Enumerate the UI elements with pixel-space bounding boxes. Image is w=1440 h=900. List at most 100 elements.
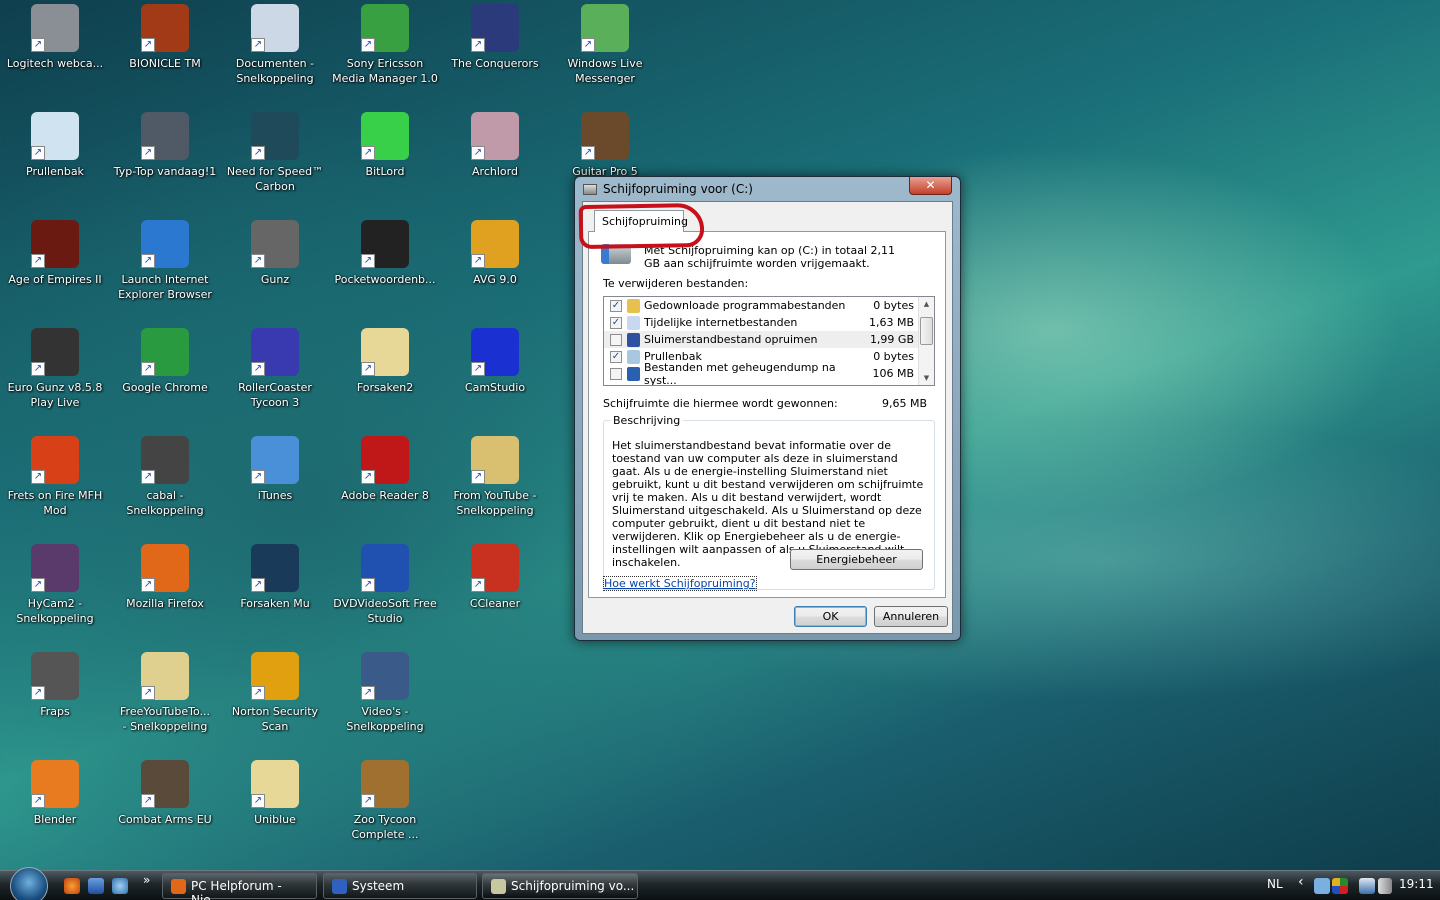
show-desktop-icon[interactable] bbox=[88, 878, 104, 894]
desktop-icon[interactable]: ↗ Combat Arms EU bbox=[110, 760, 220, 827]
desktop-icon-label: AVG 9.0 bbox=[473, 273, 517, 286]
desktop-icon[interactable]: ↗ Gunz bbox=[220, 220, 330, 287]
desktop-icon[interactable]: ↗ Uniblue bbox=[220, 760, 330, 827]
shortcut-arrow-icon: ↗ bbox=[361, 578, 375, 592]
desktop-icon[interactable]: ↗ Archlord bbox=[440, 112, 550, 179]
disk-cleanup-icon bbox=[583, 184, 597, 195]
desktop-icon-label: Logitech webca... bbox=[6, 57, 104, 70]
shortcut-arrow-icon: ↗ bbox=[361, 38, 375, 52]
scroll-up-icon[interactable]: ▲ bbox=[919, 300, 934, 308]
cancel-button[interactable]: Annuleren bbox=[874, 606, 948, 627]
network-icon[interactable] bbox=[1359, 878, 1375, 894]
shortcut-arrow-icon: ↗ bbox=[31, 470, 45, 484]
desktop-icon[interactable]: ↗ Prullenbak bbox=[0, 112, 110, 179]
desktop-icon[interactable]: ↗ BIONICLE TM bbox=[110, 4, 220, 71]
dialog-title: Schijfopruiming voor (C:) bbox=[603, 182, 753, 196]
desktop-icon[interactable]: ↗ Euro Gunz v8.5.8 Play Live bbox=[0, 328, 110, 410]
desktop-icon[interactable]: ↗ Launch Internet Explorer Browser bbox=[110, 220, 220, 302]
windows-tray-icon[interactable] bbox=[1332, 878, 1348, 894]
shortcut-arrow-icon: ↗ bbox=[581, 146, 595, 160]
tab-disk-cleanup[interactable]: Schijfopruiming bbox=[594, 210, 688, 232]
clock[interactable]: 19:11 bbox=[1399, 877, 1434, 891]
shortcut-arrow-icon: ↗ bbox=[31, 686, 45, 700]
task-pc-helpforum[interactable]: PC Helpforum - Nie... bbox=[162, 873, 317, 900]
desktop-icon[interactable]: ↗ BitLord bbox=[330, 112, 440, 179]
scroll-down-icon[interactable]: ▼ bbox=[919, 374, 934, 382]
desktop-icon[interactable]: ↗ Mozilla Firefox bbox=[110, 544, 220, 611]
shortcut-arrow-icon: ↗ bbox=[251, 146, 265, 160]
desktop-icon[interactable]: ↗ FreeYouTubeTo... - Snelkoppeling bbox=[110, 652, 220, 734]
list-item[interactable]: Sluimerstandbestand opruimen 1,99 GB bbox=[604, 331, 918, 348]
scroll-thumb[interactable] bbox=[920, 317, 933, 345]
files-list[interactable]: ✓ Gedownloade programmabestanden 0 bytes ✓ T… bbox=[603, 296, 935, 386]
desktop-icon[interactable]: ↗ CCleaner bbox=[440, 544, 550, 611]
desktop-icon-label: Google Chrome bbox=[122, 381, 208, 394]
scrollbar[interactable]: ▲ ▼ bbox=[918, 297, 934, 385]
desktop-icon[interactable]: ↗ Adobe Reader 8 bbox=[330, 436, 440, 503]
desktop-icon[interactable]: ↗ Typ-Top vandaag!1 bbox=[110, 112, 220, 179]
quicklaunch-chevron[interactable]: » bbox=[143, 873, 150, 887]
desktop-icon[interactable]: ↗ Blender bbox=[0, 760, 110, 827]
list-item[interactable]: ✓ Tijdelijke internetbestanden 1,63 MB bbox=[604, 314, 918, 331]
desktop-icon[interactable]: ↗ Guitar Pro 5 bbox=[550, 112, 660, 179]
desktop-icon[interactable]: ↗ Frets on Fire MFH Mod bbox=[0, 436, 110, 518]
power-options-button[interactable]: Energiebeheer bbox=[790, 549, 923, 570]
desktop-icon-label: FreeYouTubeTo... - Snelkoppeling bbox=[120, 705, 210, 733]
shortcut-arrow-icon: ↗ bbox=[141, 254, 155, 268]
desktop-icon-label: Forsaken Mu bbox=[240, 597, 310, 610]
help-link[interactable]: Hoe werkt Schijfopruiming? bbox=[603, 576, 757, 591]
switch-windows-icon[interactable] bbox=[112, 878, 128, 894]
desktop-icon[interactable]: ↗ Google Chrome bbox=[110, 328, 220, 395]
checkbox[interactable]: ✓ bbox=[610, 350, 622, 363]
desktop-icon[interactable]: ↗ Video's - Snelkoppeling bbox=[330, 652, 440, 734]
shortcut-arrow-icon: ↗ bbox=[361, 686, 375, 700]
volume-icon[interactable] bbox=[1378, 878, 1392, 894]
desktop-icon[interactable]: ↗ RollerCoaster Tycoon 3 bbox=[220, 328, 330, 410]
desktop-icon[interactable]: ↗ iTunes bbox=[220, 436, 330, 503]
desktop-icon[interactable]: ↗ Need for Speed™ Carbon bbox=[220, 112, 330, 194]
desktop-icon[interactable]: ↗ Documenten - Snelkoppeling bbox=[220, 4, 330, 86]
close-button[interactable]: ✕ bbox=[909, 177, 952, 195]
desktop-icon[interactable]: ↗ The Conquerors bbox=[440, 4, 550, 71]
desktop-icon[interactable]: ↗ Fraps bbox=[0, 652, 110, 719]
task-systeem[interactable]: Systeem bbox=[323, 873, 477, 899]
shortcut-arrow-icon: ↗ bbox=[361, 362, 375, 376]
list-item[interactable]: ✓ Gedownloade programmabestanden 0 bytes bbox=[604, 297, 918, 314]
desktop-icon[interactable]: ↗ Logitech webca... bbox=[0, 4, 110, 71]
ok-button[interactable]: OK bbox=[794, 606, 867, 627]
desktop-icon-label: Gunz bbox=[260, 273, 290, 286]
checkbox[interactable] bbox=[610, 333, 622, 346]
desktop-icon[interactable]: ↗ Windows Live Messenger bbox=[550, 4, 660, 86]
checkbox[interactable] bbox=[610, 367, 622, 380]
desktop-icon[interactable]: ↗ Norton Security Scan bbox=[220, 652, 330, 734]
task-disk-cleanup[interactable]: Schijfopruiming vo... bbox=[482, 873, 638, 899]
firefox-quicklaunch-icon[interactable] bbox=[64, 878, 80, 894]
app-icon: ↗ bbox=[471, 220, 519, 268]
desktop-icon[interactable]: ↗ Pocketwoordenb... bbox=[330, 220, 440, 287]
desktop-icon[interactable]: ↗ Zoo Tycoon Complete ... bbox=[330, 760, 440, 842]
language-indicator[interactable]: NL bbox=[1267, 877, 1283, 891]
app-icon: ↗ bbox=[141, 544, 189, 592]
desktop-icon[interactable]: ↗ HyCam2 - Snelkoppeling bbox=[0, 544, 110, 626]
desktop-icon[interactable]: ↗ Forsaken2 bbox=[330, 328, 440, 395]
desktop-icon[interactable]: ↗ From YouTube - Snelkoppeling bbox=[440, 436, 550, 518]
desktop-icon[interactable]: ↗ CamStudio bbox=[440, 328, 550, 395]
desktop-icon[interactable]: ↗ DVDVideoSoft Free Studio bbox=[330, 544, 440, 626]
desktop-icon[interactable]: ↗ Age of Empires II bbox=[0, 220, 110, 287]
app-icon: ↗ bbox=[361, 4, 409, 52]
checkbox[interactable]: ✓ bbox=[610, 316, 622, 329]
messenger-tray-icon[interactable] bbox=[1314, 878, 1330, 894]
desktop-icon-label: Combat Arms EU bbox=[118, 813, 212, 826]
desktop-icon[interactable]: ↗ cabal - Snelkoppeling bbox=[110, 436, 220, 518]
desktop-icon[interactable]: ↗ Forsaken Mu bbox=[220, 544, 330, 611]
desktop-icon[interactable]: ↗ Sony Ericsson Media Manager 1.0 bbox=[330, 4, 440, 86]
desktop-icon-label: Frets on Fire MFH Mod bbox=[7, 489, 103, 517]
start-button[interactable] bbox=[10, 867, 48, 900]
checkbox[interactable]: ✓ bbox=[610, 299, 622, 312]
shortcut-arrow-icon: ↗ bbox=[471, 578, 485, 592]
list-item[interactable]: Bestanden met geheugendump na syst... 106… bbox=[604, 361, 918, 385]
item-name: Bestanden met geheugendump na syst... bbox=[644, 360, 836, 386]
app-icon: ↗ bbox=[581, 112, 629, 160]
tray-expand-icon[interactable]: ‹ bbox=[1298, 874, 1304, 890]
desktop-icon[interactable]: ↗ AVG 9.0 bbox=[440, 220, 550, 287]
